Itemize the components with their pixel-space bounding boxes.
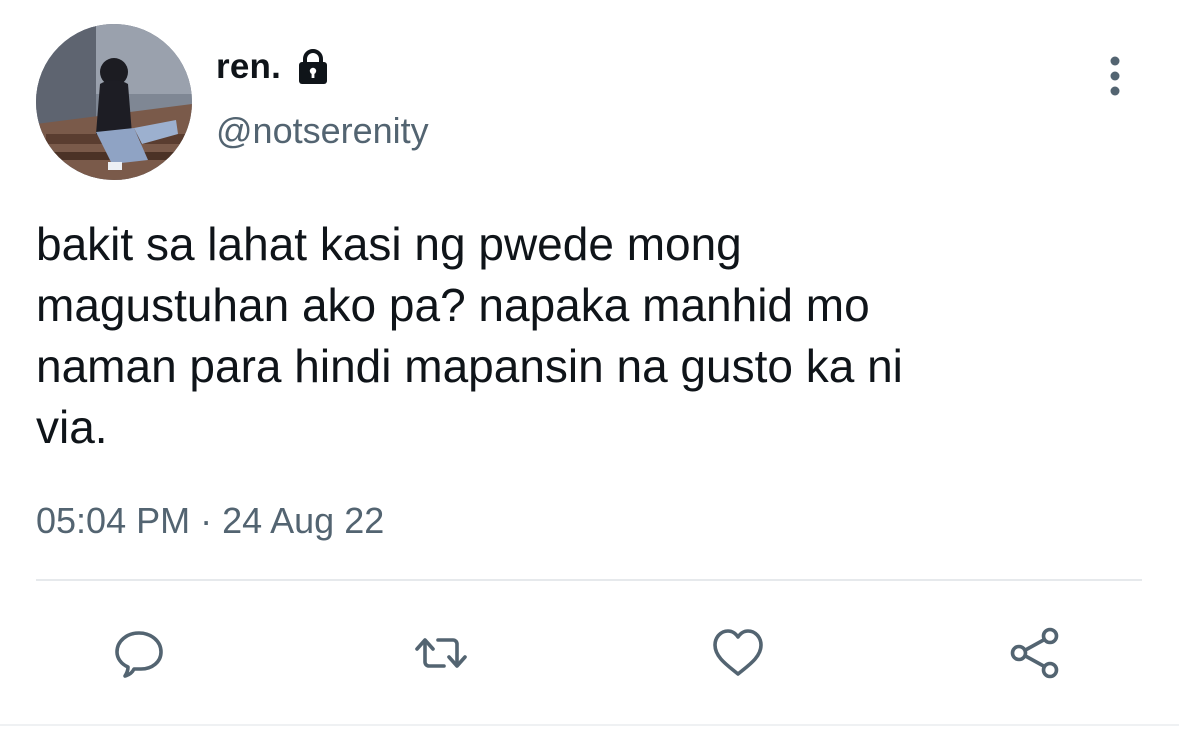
bottom-divider bbox=[0, 724, 1179, 726]
tweet-text: bakit sa lahat kasi ng pwede mong magust… bbox=[36, 218, 903, 453]
lock-icon bbox=[293, 47, 333, 87]
retweet-button[interactable] bbox=[410, 622, 472, 684]
avatar-photo bbox=[36, 24, 192, 180]
display-name[interactable]: ren. bbox=[216, 47, 281, 87]
like-button[interactable] bbox=[707, 622, 769, 684]
author-name-row: ren. bbox=[216, 42, 333, 92]
vertical-ellipsis-icon[interactable] bbox=[1100, 52, 1130, 100]
share-button[interactable] bbox=[1004, 622, 1066, 684]
retweet-arrows-icon bbox=[415, 638, 467, 668]
tweet-date: 24 Aug 22 bbox=[222, 500, 385, 541]
tweet-card: ren. @notserenity bakit sa lahat kasi ng… bbox=[0, 0, 1179, 744]
timestamp-separator: · bbox=[200, 500, 213, 541]
reply-button[interactable] bbox=[108, 622, 170, 684]
avatar[interactable] bbox=[36, 24, 192, 180]
speech-bubble-icon bbox=[115, 631, 163, 678]
tweet-time: 05:04 PM bbox=[36, 500, 191, 541]
divider bbox=[36, 579, 1142, 581]
tweet-timestamp[interactable]: 05:04 PM · 24 Aug 22 bbox=[36, 500, 384, 542]
share-nodes-icon bbox=[1010, 627, 1059, 679]
author-handle[interactable]: @notserenity bbox=[216, 110, 429, 152]
heart-icon bbox=[713, 629, 763, 676]
